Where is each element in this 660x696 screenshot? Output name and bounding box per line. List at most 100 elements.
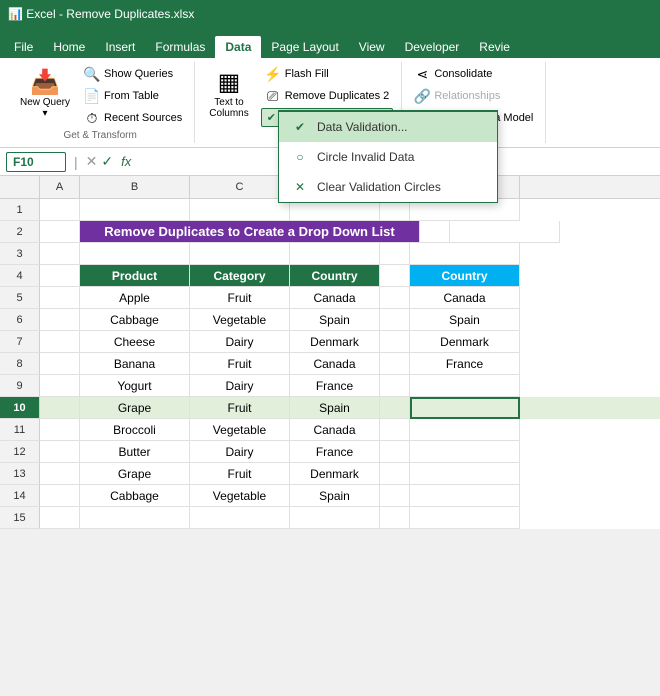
cell-D10[interactable]: Spain xyxy=(290,397,380,419)
insert-function-icon[interactable]: fx xyxy=(117,154,135,169)
cell-D5[interactable]: Canada xyxy=(290,287,380,309)
cell-E8[interactable] xyxy=(380,353,410,375)
new-query-button[interactable]: 📥 New Query ▾ xyxy=(14,64,76,123)
cell-B13[interactable]: Grape xyxy=(80,463,190,485)
cell-D11[interactable]: Canada xyxy=(290,419,380,441)
cell-B14[interactable]: Cabbage xyxy=(80,485,190,507)
cell-E4[interactable] xyxy=(380,265,410,287)
cell-D15[interactable] xyxy=(290,507,380,529)
text-to-columns-button[interactable]: ▦ Text toColumns xyxy=(203,64,254,123)
cell-F8[interactable]: France xyxy=(410,353,520,375)
cell-E9[interactable] xyxy=(380,375,410,397)
cell-C3[interactable] xyxy=(190,243,290,265)
cell-A11[interactable] xyxy=(40,419,80,441)
cell-C14[interactable]: Vegetable xyxy=(190,485,290,507)
cell-C7[interactable]: Dairy xyxy=(190,331,290,353)
cell-A7[interactable] xyxy=(40,331,80,353)
cell-F2[interactable] xyxy=(450,221,560,243)
cell-A10[interactable] xyxy=(40,397,80,419)
cell-B5[interactable]: Apple xyxy=(80,287,190,309)
ribbon-tab-developer[interactable]: Developer xyxy=(395,36,470,58)
cell-B1[interactable] xyxy=(80,199,190,221)
remove-duplicates-button[interactable]: ⎚ Remove Duplicates 2 xyxy=(261,86,394,106)
cell-B7[interactable]: Cheese xyxy=(80,331,190,353)
cell-C11[interactable]: Vegetable xyxy=(190,419,290,441)
cell-F5[interactable]: Canada xyxy=(410,287,520,309)
cell-A1[interactable] xyxy=(40,199,80,221)
cell-C6[interactable]: Vegetable xyxy=(190,309,290,331)
ribbon-tab-home[interactable]: Home xyxy=(43,36,95,58)
consolidate-button[interactable]: ⋖ Consolidate xyxy=(410,64,537,84)
cell-A2[interactable] xyxy=(40,221,80,243)
cell-B10[interactable]: Grape xyxy=(80,397,190,419)
cell-F7[interactable]: Denmark xyxy=(410,331,520,353)
dropdown-item-circle-invalid[interactable]: ○ Circle Invalid Data xyxy=(279,142,497,172)
cell-A12[interactable] xyxy=(40,441,80,463)
cell-A6[interactable] xyxy=(40,309,80,331)
cell-F10-active[interactable] xyxy=(410,397,520,419)
cell-C5[interactable]: Fruit xyxy=(190,287,290,309)
dropdown-item-data-validation[interactable]: ✔ Data Validation... xyxy=(279,112,497,142)
from-table-button[interactable]: 📄 From Table xyxy=(80,86,186,106)
relationships-button[interactable]: 🔗 Relationships xyxy=(410,86,537,106)
cell-F12[interactable] xyxy=(410,441,520,463)
cell-D14[interactable]: Spain xyxy=(290,485,380,507)
cell-B12[interactable]: Butter xyxy=(80,441,190,463)
dropdown-item-clear-circles[interactable]: ✕ Clear Validation Circles xyxy=(279,172,497,202)
cell-C8[interactable]: Fruit xyxy=(190,353,290,375)
cell-C4-category[interactable]: Category xyxy=(190,265,290,287)
ribbon-tab-revie[interactable]: Revie xyxy=(469,36,520,58)
cell-A15[interactable] xyxy=(40,507,80,529)
cell-D13[interactable]: Denmark xyxy=(290,463,380,485)
cell-C10[interactable]: Fruit xyxy=(190,397,290,419)
cell-A13[interactable] xyxy=(40,463,80,485)
cell-F11[interactable] xyxy=(410,419,520,441)
cell-E7[interactable] xyxy=(380,331,410,353)
flash-fill-button[interactable]: ⚡ Flash Fill xyxy=(261,64,394,84)
cell-F4-country[interactable]: Country xyxy=(410,265,520,287)
cell-E13[interactable] xyxy=(380,463,410,485)
ribbon-tab-data[interactable]: Data xyxy=(215,36,261,58)
cell-A9[interactable] xyxy=(40,375,80,397)
cell-E11[interactable] xyxy=(380,419,410,441)
cell-B2-title[interactable]: Remove Duplicates to Create a Drop Down … xyxy=(80,221,420,243)
cell-F14[interactable] xyxy=(410,485,520,507)
cell-B4-product[interactable]: Product xyxy=(80,265,190,287)
cell-B15[interactable] xyxy=(80,507,190,529)
cell-reference-box[interactable]: F10 xyxy=(6,152,66,172)
cell-C13[interactable]: Fruit xyxy=(190,463,290,485)
show-queries-button[interactable]: 🔍 Show Queries xyxy=(80,64,186,84)
confirm-formula-icon[interactable]: ✓ xyxy=(101,153,113,170)
cell-E5[interactable] xyxy=(380,287,410,309)
cell-D7[interactable]: Denmark xyxy=(290,331,380,353)
cell-B8[interactable]: Banana xyxy=(80,353,190,375)
cell-B6[interactable]: Cabbage xyxy=(80,309,190,331)
cell-E10[interactable] xyxy=(380,397,410,419)
recent-sources-button[interactable]: ⏱ Recent Sources xyxy=(80,108,186,128)
cell-D6[interactable]: Spain xyxy=(290,309,380,331)
cell-A3[interactable] xyxy=(40,243,80,265)
cell-A4[interactable] xyxy=(40,265,80,287)
ribbon-tab-file[interactable]: File xyxy=(4,36,43,58)
cell-E3[interactable] xyxy=(380,243,410,265)
cell-D3[interactable] xyxy=(290,243,380,265)
cell-C12[interactable]: Dairy xyxy=(190,441,290,463)
cell-E6[interactable] xyxy=(380,309,410,331)
cell-D12[interactable]: France xyxy=(290,441,380,463)
cell-E15[interactable] xyxy=(380,507,410,529)
cell-F6[interactable]: Spain xyxy=(410,309,520,331)
cell-D8[interactable]: Canada xyxy=(290,353,380,375)
cell-E12[interactable] xyxy=(380,441,410,463)
cell-F3[interactable] xyxy=(410,243,520,265)
cell-B9[interactable]: Yogurt xyxy=(80,375,190,397)
cell-C1[interactable] xyxy=(190,199,290,221)
cancel-formula-icon[interactable]: ✕ xyxy=(86,153,98,170)
ribbon-tab-view[interactable]: View xyxy=(349,36,395,58)
cell-B11[interactable]: Broccoli xyxy=(80,419,190,441)
cell-A14[interactable] xyxy=(40,485,80,507)
cell-B3[interactable] xyxy=(80,243,190,265)
cell-E2[interactable] xyxy=(420,221,450,243)
cell-D9[interactable]: France xyxy=(290,375,380,397)
ribbon-tab-formulas[interactable]: Formulas xyxy=(145,36,215,58)
cell-F13[interactable] xyxy=(410,463,520,485)
